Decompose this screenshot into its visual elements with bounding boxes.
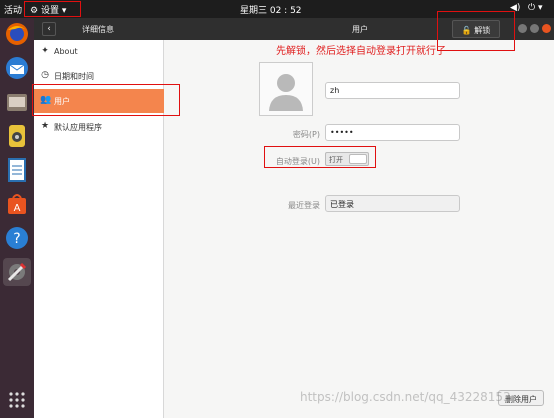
settings-window: ‹ 详细信息 用户 🔓 解锁 ✦ About ◷ 日期和时间 👥 用户 ★ 默认… bbox=[34, 18, 554, 418]
section-title: 详细信息 bbox=[82, 25, 114, 34]
clock-icon: ◷ bbox=[41, 70, 49, 80]
settings-app-icon[interactable] bbox=[3, 258, 31, 286]
annotation-note: 先解锁，然后选择自动登录打开就行了 bbox=[276, 46, 446, 57]
dock: A ? bbox=[0, 18, 34, 418]
sidebar-item-label: About bbox=[54, 47, 78, 56]
rhythmbox-icon[interactable] bbox=[3, 122, 31, 150]
thunderbird-icon[interactable] bbox=[3, 54, 31, 82]
sidebar-item-label: 日期和时间 bbox=[54, 72, 94, 81]
files-icon[interactable] bbox=[3, 88, 31, 116]
svg-text:?: ? bbox=[13, 231, 20, 247]
last-login-field: 已登录 bbox=[325, 195, 460, 212]
sidebar-item-default-apps[interactable]: ★ 默认应用程序 bbox=[34, 115, 164, 139]
star-icon: ★ bbox=[40, 121, 50, 131]
writer-icon[interactable] bbox=[3, 156, 31, 184]
activities-button[interactable]: 活动 bbox=[4, 3, 22, 16]
avatar[interactable] bbox=[259, 62, 313, 116]
users-panel: zh 密码(P) ••••• 自动登录(U) 打开 最近登录 已登录 删除用户 bbox=[165, 40, 554, 418]
show-apps-icon[interactable] bbox=[3, 386, 31, 414]
watermark: https://blog.csdn.net/qq_43228153 bbox=[300, 390, 511, 404]
username-field[interactable]: zh bbox=[325, 82, 460, 99]
chevron-left-icon: ‹ bbox=[47, 24, 51, 34]
password-label: 密码(P) bbox=[292, 130, 320, 139]
plus-icon: ✦ bbox=[41, 46, 49, 56]
last-login-label: 最近登录 bbox=[288, 201, 320, 210]
clock[interactable]: 星期三 02 : 52 bbox=[240, 3, 302, 16]
page-title: 用户 bbox=[352, 25, 368, 34]
annotation-box-users bbox=[32, 84, 180, 116]
close-button[interactable] bbox=[542, 24, 551, 33]
password-field[interactable]: ••••• bbox=[325, 124, 460, 141]
maximize-button[interactable] bbox=[530, 24, 539, 33]
minimize-button[interactable] bbox=[518, 24, 527, 33]
back-button[interactable]: ‹ bbox=[42, 22, 56, 36]
person-icon bbox=[269, 74, 303, 111]
sidebar-item-label: 默认应用程序 bbox=[54, 123, 102, 132]
help-icon[interactable]: ? bbox=[3, 224, 31, 252]
software-center-icon[interactable]: A bbox=[3, 190, 31, 218]
svg-text:A: A bbox=[14, 203, 21, 214]
annotation-box-autologin bbox=[264, 146, 376, 168]
firefox-icon[interactable] bbox=[3, 20, 31, 48]
power-icon[interactable]: ⏻ ▾ bbox=[528, 3, 543, 13]
sidebar-item-about[interactable]: ✦ About bbox=[34, 40, 164, 64]
annotation-box-settings-menu bbox=[24, 1, 81, 17]
